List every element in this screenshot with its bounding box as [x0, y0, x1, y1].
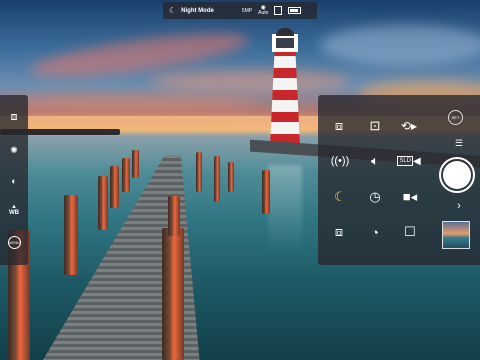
camera-icon[interactable]: ⧈ [5, 110, 23, 124]
left-toolbar: ⧈ ✺ ◐ ▲ WB MENU [0, 95, 28, 265]
white-balance-label: WB [9, 210, 19, 216]
mode-label: Night Mode [181, 7, 214, 14]
portrait-mode-icon[interactable]: ⊡ [364, 117, 386, 135]
set-label: SET [451, 115, 460, 120]
pier-post [132, 150, 139, 178]
night-mode-icon[interactable]: ☾ [329, 188, 351, 206]
exposure-icon[interactable]: ◐ [5, 174, 23, 188]
resolution-label: 5MP [241, 7, 253, 14]
pier-post [168, 196, 180, 236]
pier-post [262, 170, 270, 214]
touch-shot-icon[interactable]: ☐ [399, 223, 421, 241]
menu-button[interactable]: MENU [5, 235, 23, 249]
cloud [0, 95, 260, 111]
slideshow-icon: ◀ [412, 155, 421, 167]
lighthouse-window [276, 38, 294, 48]
camera-shot-icon[interactable]: ⧈ [328, 223, 350, 241]
menu-label: MENU [7, 235, 21, 249]
card-icon [274, 6, 283, 15]
white-balance-button[interactable]: ▲ WB [5, 201, 23, 219]
stabilizer-icon[interactable]: ((•)) [329, 152, 351, 170]
pier-post [64, 195, 78, 275]
status-bar: ☾ Night Mode 5MP ◉ Auto [163, 2, 317, 19]
volume-icon[interactable]: 🔈︎ [364, 152, 386, 170]
focus-icon[interactable]: ✺ [5, 143, 23, 157]
auto-flash-indicator[interactable]: ◉ Auto [258, 5, 269, 16]
pier-post [110, 166, 119, 208]
slideshow-label: SLD [397, 156, 413, 166]
last-photo-thumbnail[interactable] [442, 221, 470, 249]
timer-icon[interactable]: ◷ [364, 188, 386, 206]
moon-icon: ☾ [169, 6, 177, 15]
shutter-core [443, 161, 471, 189]
chevron-right-icon[interactable]: › [448, 197, 470, 215]
pier-post [228, 162, 234, 192]
video-mode-icon[interactable]: ■◂ [399, 188, 421, 206]
pier-post [214, 156, 220, 202]
lighthouse-reflection [268, 165, 302, 255]
auto-label: Auto [258, 9, 269, 16]
pier-post [122, 158, 130, 192]
battery-icon [288, 7, 302, 14]
cloud [320, 25, 480, 65]
pier-post [162, 228, 184, 360]
pier-post [98, 176, 108, 230]
self-timer-icon[interactable]: ◔ [364, 223, 386, 241]
list-icon[interactable]: ☰ [448, 134, 470, 152]
photo-mode-icon[interactable]: ⧈ [328, 117, 350, 135]
shutter-button[interactable] [439, 157, 475, 193]
settings-button[interactable]: SET [448, 110, 463, 125]
video-switch-icon[interactable]: ⟲▸ [398, 117, 420, 135]
lighthouse-cap [276, 28, 294, 36]
slideshow-button[interactable]: SLD ◀ [397, 152, 421, 170]
pier-post [196, 152, 202, 192]
cloud [150, 70, 350, 92]
